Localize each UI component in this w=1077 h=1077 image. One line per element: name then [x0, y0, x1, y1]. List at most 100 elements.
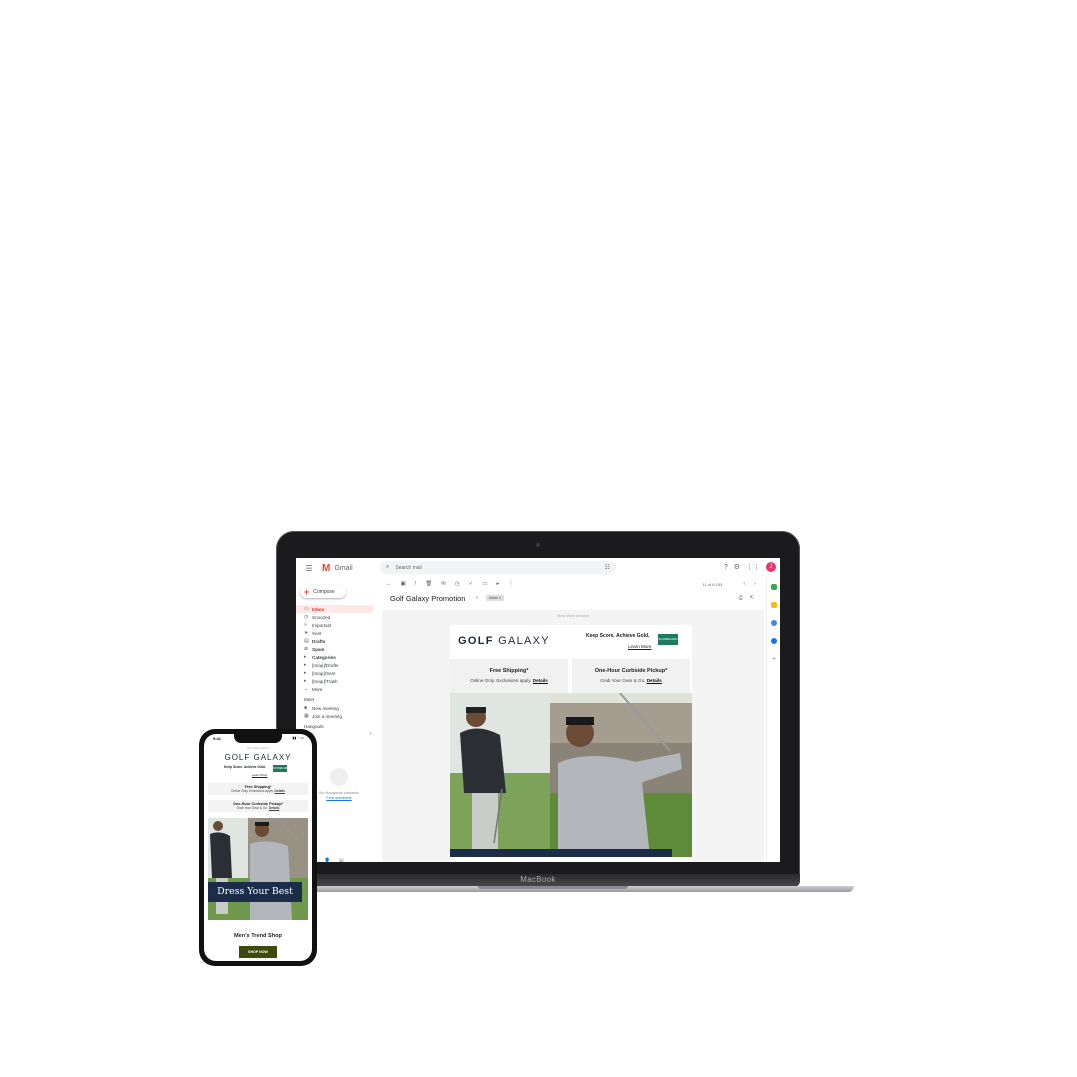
sidebar-item-inbox[interactable]: ▭ Inbox: [296, 605, 374, 613]
sidebar-item-imap-sent[interactable]: ▸ [Imap]/Sent: [296, 669, 382, 677]
tasks-icon[interactable]: [771, 620, 777, 626]
search-icon: ⌕: [386, 564, 390, 570]
laptop-screen: ☰ M Gmail ⌕ Search mail ☷ ? ⚙ ⋮⋮ J + Com…: [296, 558, 780, 862]
phone-notch: [234, 734, 282, 743]
phone-golfer-photo: [208, 818, 308, 920]
view-web-version-link[interactable]: View Web Version: [382, 613, 764, 618]
hangouts-heading: Hangouts: [304, 724, 324, 729]
send-icon: ➤: [304, 630, 309, 636]
promo-email: GOLF GALAXY Keep Score. Achieve Gold. Le…: [450, 625, 692, 862]
sidebar-item-spam[interactable]: ⊘ Spam: [296, 645, 382, 653]
keyboard-icon: ▦: [304, 713, 309, 719]
back-arrow-icon[interactable]: ←: [386, 581, 392, 587]
golf-galaxy-logo[interactable]: GOLF GALAXY: [458, 635, 550, 647]
sidebar-item-snoozed[interactable]: ◷ Snoozed: [296, 613, 382, 621]
snooze-icon[interactable]: ◷: [455, 581, 460, 587]
email-body: View Web Version GOLF GALAXY Keep Score.…: [382, 610, 764, 862]
camera: [536, 543, 540, 547]
phone-time: 9:41: [213, 736, 222, 741]
chevron-right-icon[interactable]: ›: [754, 581, 756, 587]
hangouts-icon: [330, 768, 348, 786]
laptop-notch: [478, 886, 628, 889]
phone-curbside-details[interactable]: Details: [269, 806, 279, 810]
archive-icon[interactable]: ▣: [401, 581, 406, 587]
hamburger-menu-icon[interactable]: ☰: [302, 564, 316, 573]
join-meeting-link[interactable]: ▦ Join a meeting: [296, 712, 382, 720]
open-new-window-icon[interactable]: ⇱: [750, 595, 754, 601]
curbside-pickup-box: One-Hour Curbside Pickup* Grab Your Gear…: [572, 659, 690, 693]
delete-icon[interactable]: 🗑: [425, 581, 432, 587]
add-task-icon[interactable]: ✓: [469, 581, 474, 587]
more-options-icon[interactable]: ⋮: [508, 581, 514, 587]
curbside-details-link[interactable]: Details: [647, 678, 662, 683]
phone-status-icons: ▮▮ ◔ ▭: [292, 736, 304, 740]
phone-view-web-link[interactable]: View Web Version: [204, 746, 312, 750]
phone-golf-galaxy-logo[interactable]: GOLF GALAXY: [204, 753, 312, 762]
gmail-name: Gmail: [334, 564, 353, 572]
draft-icon: ▤: [304, 638, 309, 644]
phone-curbside-box: One-Hour Curbside Pickup* Grab Your Gear…: [208, 800, 308, 812]
laptop-foot: [252, 886, 854, 892]
hero-image[interactable]: [450, 693, 692, 857]
curbside-text: Grab Your Gear & Go.: [600, 678, 646, 683]
phone-learn-more-link[interactable]: Learn More: [252, 773, 267, 777]
compose-label: Compose: [313, 588, 335, 595]
sidebar-item-imap-drafts[interactable]: ▸ [Imap]/Drafts: [296, 661, 382, 669]
free-shipping-title: Free Shipping*: [489, 668, 529, 674]
label-icon: ▸: [304, 662, 307, 668]
gmail-logo[interactable]: M Gmail: [322, 563, 353, 574]
contacts-icon[interactable]: [771, 638, 777, 644]
calendar-icon[interactable]: [771, 584, 777, 590]
phone-free-shipping-text: Online Only. Exclusions apply.: [231, 789, 274, 793]
learn-more-link[interactable]: Learn More: [628, 644, 652, 649]
label-icon: ▸: [304, 678, 307, 684]
sidebar-item-drafts[interactable]: ▤ Drafts: [296, 637, 382, 645]
new-meeting-link[interactable]: ■ New meeting: [296, 704, 382, 712]
label-icon[interactable]: ▸: [496, 581, 499, 587]
print-icon[interactable]: ⎙: [739, 595, 743, 601]
plus-icon: +: [304, 586, 310, 597]
shop-now-button[interactable]: SHOP NOW: [239, 946, 277, 958]
search-placeholder: Search mail: [395, 564, 422, 571]
sidebar-item-important[interactable]: » Important: [296, 621, 382, 629]
gmail-topbar: ☰ M Gmail ⌕ Search mail ☷ ? ⚙ ⋮⋮ J: [296, 558, 780, 578]
keep-icon[interactable]: [771, 602, 777, 608]
phone-free-shipping-details[interactable]: Details: [275, 789, 285, 793]
avatar[interactable]: J: [766, 562, 776, 572]
sidebar-item-imap-trash[interactable]: ▸ [Imap]/Trash: [296, 677, 382, 685]
compose-button[interactable]: + Compose: [300, 585, 346, 598]
video-icon: ■: [304, 705, 308, 711]
phone-headline-banner: Dress Your Best: [208, 882, 302, 902]
free-shipping-box: Free Shipping* Online Only. Exclusions a…: [450, 659, 568, 693]
free-shipping-details-link[interactable]: Details: [533, 678, 548, 683]
side-panel-rail: +: [766, 578, 780, 862]
keep-score-text: Keep Score. Achieve Gold.: [586, 633, 650, 639]
pagination-text: 11 of 6,153: [702, 581, 723, 587]
move-to-icon[interactable]: ▭: [482, 581, 487, 587]
sidebar-item-sent[interactable]: ➤ Sent: [296, 629, 382, 637]
mark-unread-icon[interactable]: ✉: [441, 581, 446, 587]
help-icon[interactable]: ?: [724, 564, 728, 571]
important-marker-icon[interactable]: »: [475, 595, 478, 601]
sidebar-bottom-icons: 👤 ☏: [324, 858, 345, 862]
email-subject: Golf Galaxy Promotion: [390, 593, 466, 603]
chevron-left-icon[interactable]: ‹: [743, 581, 745, 587]
inbox-label-chip[interactable]: Inbox ×: [486, 595, 505, 601]
laptop-brand: MacBook: [520, 875, 556, 884]
report-spam-icon[interactable]: !: [415, 581, 417, 587]
spam-icon: ⊘: [304, 646, 309, 652]
important-icon: »: [304, 622, 307, 628]
phone-frame: 9:41 ▮▮ ◔ ▭ View Web Version GOLF GALAXY…: [199, 729, 317, 966]
sidebar-item-categories[interactable]: ▸ Categories: [296, 653, 382, 661]
add-addon-icon[interactable]: +: [767, 656, 780, 663]
add-contact-icon[interactable]: +: [369, 731, 372, 736]
apps-grid-icon[interactable]: ⋮⋮: [746, 563, 760, 571]
curbside-title: One-Hour Curbside Pickup*: [594, 668, 668, 674]
filter-options-icon[interactable]: ☷: [605, 564, 610, 571]
phone-hero-image[interactable]: [208, 818, 308, 920]
sidebar-item-more[interactable]: ⌄ More: [296, 685, 382, 693]
gear-icon[interactable]: ⚙: [734, 563, 740, 571]
person-icon[interactable]: 👤: [324, 858, 330, 862]
phone-icon[interactable]: ☏: [338, 858, 344, 862]
search-input[interactable]: ⌕ Search mail ☷: [380, 561, 616, 574]
